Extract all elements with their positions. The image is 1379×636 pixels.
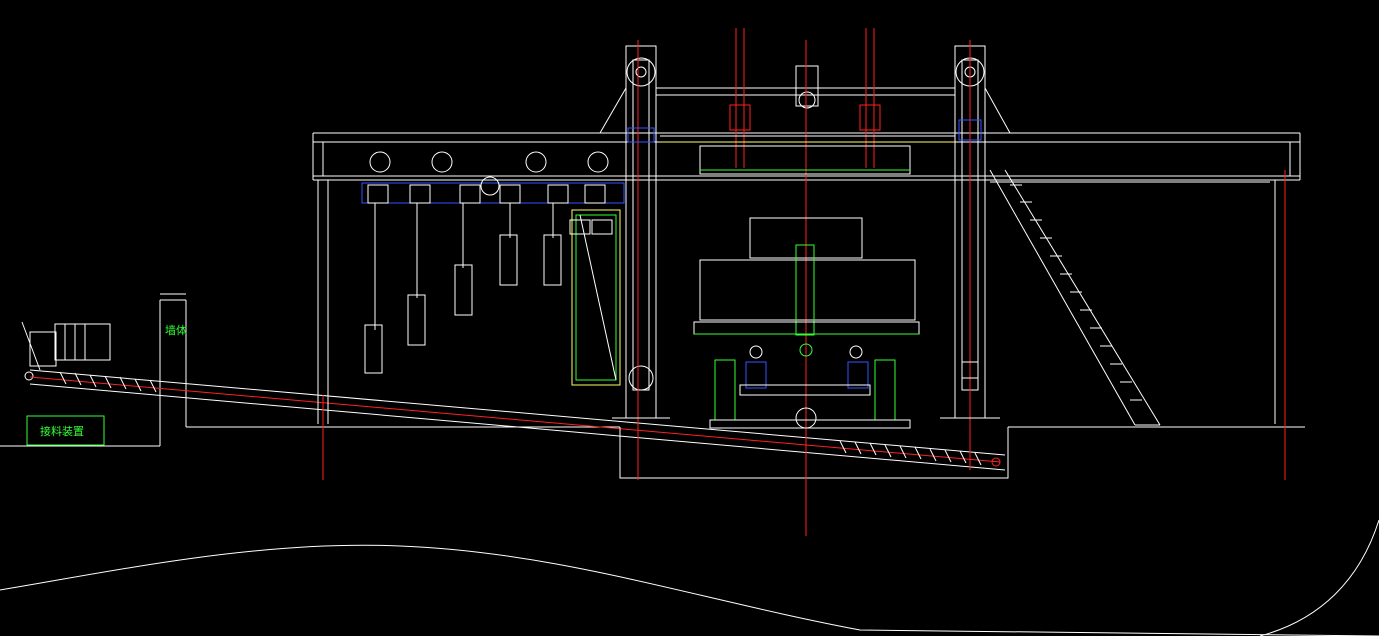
wall-label: 墙体 (165, 323, 187, 337)
receiving-device-label: 接料装置 (40, 424, 84, 438)
cad-drawing: 墙体 接料装置 (0, 0, 1379, 636)
